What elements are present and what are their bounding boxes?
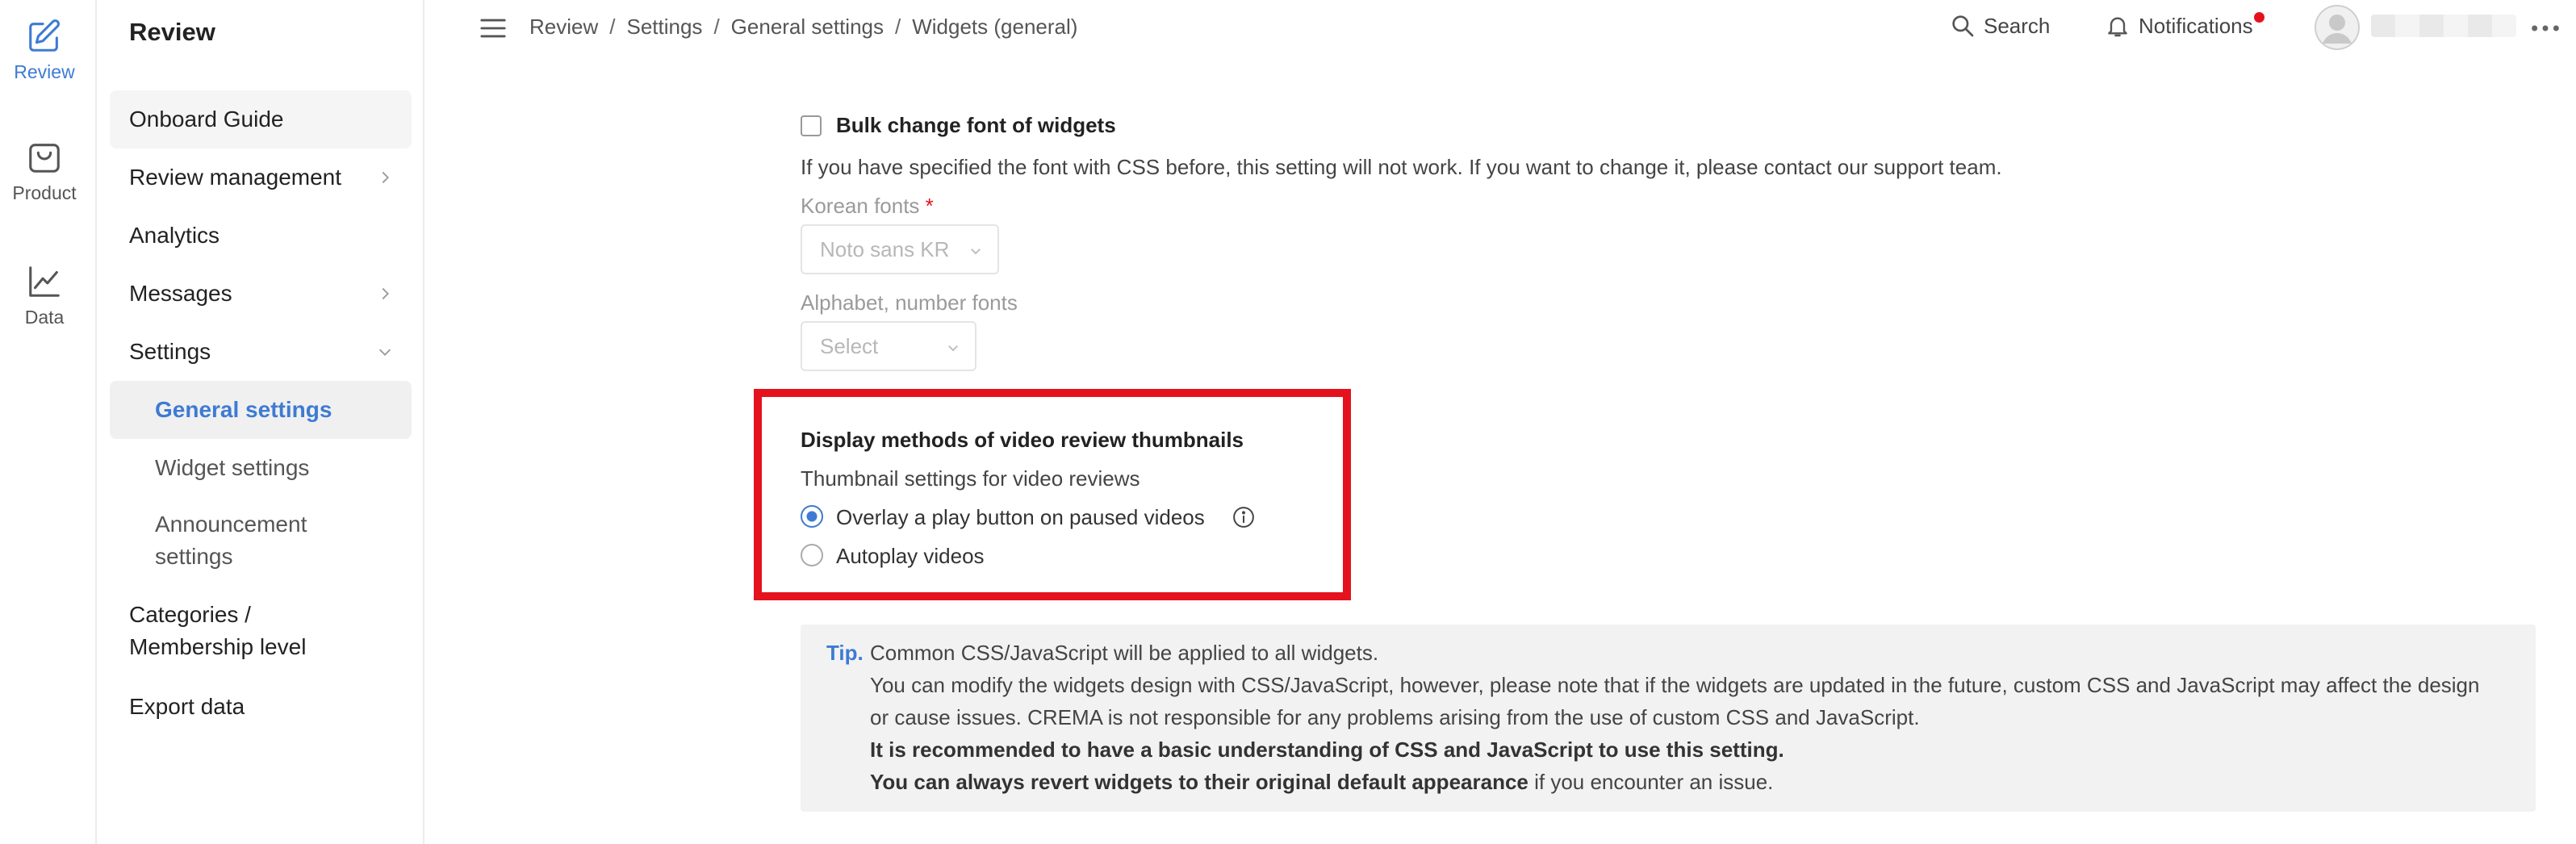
alphabet-fonts-placeholder: Select — [820, 333, 879, 358]
autoplay-videos-radio[interactable] — [801, 544, 823, 566]
info-icon[interactable] — [1232, 505, 1256, 529]
sidebar-item-categories-membership[interactable]: Categories / Membership level — [110, 599, 376, 663]
notifications-button[interactable]: Notifications — [2105, 11, 2264, 39]
sidebar-item-label: Onboard Guide — [129, 107, 284, 132]
autoplay-videos-label: Autoplay videos — [836, 544, 985, 568]
rail-item-data[interactable]: Data — [0, 263, 89, 328]
sidebar-item-review-management[interactable]: Review management — [110, 148, 412, 207]
chevron-down-icon — [948, 345, 958, 352]
icon-rail: Review Product Data — [0, 0, 97, 844]
notifications-label: Notifications — [2139, 13, 2253, 38]
sidebar-item-settings[interactable]: Settings — [110, 323, 412, 381]
sidebar-item-label: Messages — [129, 281, 232, 306]
user-avatar-icon — [2315, 5, 2360, 50]
bulk-change-font-label: Bulk change font of widgets — [836, 113, 1116, 137]
chevron-down-icon — [378, 349, 391, 356]
rail-item-product[interactable]: Product — [0, 139, 89, 204]
sidebar-item-export-data[interactable]: Export data — [110, 678, 412, 736]
sidebar-item-messages[interactable]: Messages — [110, 265, 412, 323]
breadcrumb: Review / Settings / General settings / W… — [529, 15, 1077, 40]
tip-line-last: You can always revert widgets to their o… — [870, 770, 1773, 795]
bulk-change-font-checkbox[interactable] — [801, 115, 822, 136]
tip-line: or cause issues. CREMA is not responsibl… — [870, 705, 1920, 729]
alphabet-fonts-label: Alphabet, number fonts — [801, 290, 1018, 315]
sidebar-item-onboard-guide[interactable]: Onboard Guide — [110, 90, 412, 148]
rail-label-review: Review — [14, 61, 75, 82]
chevron-right-icon — [382, 171, 389, 184]
rail-label-data: Data — [24, 307, 65, 328]
rail-item-review[interactable]: Review — [0, 18, 89, 83]
breadcrumb-item-widgets-general: Widgets (general) — [912, 15, 1078, 39]
breadcrumb-item-review[interactable]: Review — [529, 15, 598, 40]
main-content: Bulk change font of widgets If you have … — [424, 56, 2576, 844]
chart-line-icon — [29, 266, 60, 297]
overlay-play-button-radio[interactable] — [801, 505, 823, 528]
breadcrumb-item-settings[interactable]: Settings — [626, 15, 702, 40]
font-description: If you have specified the font with CSS … — [801, 155, 2002, 179]
tip-line-last-rest: if you encounter an issue. — [1528, 770, 1774, 794]
sidebar-item-label: Announcement settings — [155, 512, 307, 569]
bell-icon — [2108, 17, 2127, 37]
notifications-label-wrap: Notifications — [2139, 11, 2264, 39]
korean-fonts-value: Noto sans KR — [820, 236, 950, 261]
tip-label: Tip. — [826, 641, 864, 665]
chevron-down-icon — [971, 249, 981, 255]
korean-fonts-label-text: Korean fonts — [801, 194, 920, 218]
sidebar-title: Review — [129, 18, 215, 46]
search-button[interactable]: Search — [1950, 13, 2050, 39]
sidebar-item-general-settings[interactable]: General settings — [110, 381, 412, 439]
breadcrumb-item-general-settings[interactable]: General settings — [731, 15, 884, 40]
edit-icon — [29, 19, 60, 52]
search-icon — [1952, 15, 1974, 37]
breadcrumb-separator: / — [609, 15, 616, 39]
korean-fonts-label: Korean fonts * — [801, 194, 934, 219]
user-name-redacted — [2371, 15, 2516, 37]
breadcrumb-separator: / — [713, 15, 720, 39]
tip-line-last-bold: You can always revert widgets to their o… — [870, 770, 1528, 794]
sidebar-item-label: Export data — [129, 694, 245, 719]
tip-line-bold: It is recommended to have a basic unders… — [870, 737, 1784, 762]
required-mark: * — [925, 194, 934, 218]
sidebar-item-label: Widget settings — [155, 455, 310, 480]
alphabet-fonts-select[interactable]: Select — [801, 321, 976, 371]
breadcrumb-separator: / — [895, 15, 901, 39]
chevron-right-icon — [382, 287, 389, 300]
sidebar-item-announcement-settings[interactable]: Announcement settings — [110, 508, 352, 573]
sidebar-item-label: Review management — [129, 165, 342, 190]
bag-icon — [29, 144, 60, 173]
sidebar-item-label: Analytics — [129, 223, 220, 248]
avatar[interactable] — [2315, 5, 2360, 50]
korean-fonts-select[interactable]: Noto sans KR — [801, 224, 999, 274]
sidebar: Review Onboard Guide Review management A… — [97, 0, 424, 844]
tip-box: Tip. Common CSS/JavaScript will be appli… — [801, 625, 2536, 812]
hamburger-menu-icon[interactable] — [479, 16, 507, 40]
video-thumbnail-section-title: Display methods of video review thumbnai… — [801, 428, 1244, 452]
sidebar-item-label: General settings — [155, 397, 332, 422]
tip-line: Common CSS/JavaScript will be applied to… — [870, 641, 1379, 665]
sidebar-item-widget-settings[interactable]: Widget settings — [110, 439, 412, 497]
topbar: Review / Settings / General settings / W… — [424, 0, 2576, 56]
more-options-icon[interactable] — [2529, 16, 2561, 40]
sidebar-item-analytics[interactable]: Analytics — [110, 207, 412, 265]
tip-line: You can modify the widgets design with C… — [870, 673, 2480, 697]
overlay-play-button-label: Overlay a play button on paused videos — [836, 505, 1205, 529]
search-label: Search — [1984, 13, 2051, 38]
sidebar-item-label: Settings — [129, 339, 211, 364]
rail-label-product: Product — [12, 182, 77, 203]
sidebar-item-label: Categories / Membership level — [129, 602, 307, 659]
notification-dot — [2253, 11, 2264, 23]
video-thumbnail-section-subtitle: Thumbnail settings for video reviews — [801, 466, 1140, 491]
